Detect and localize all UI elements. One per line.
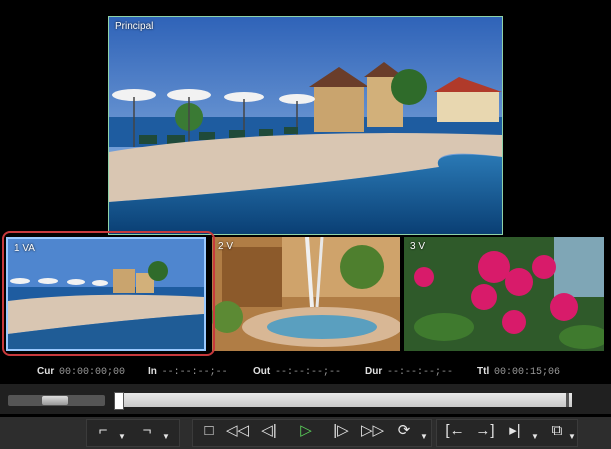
timecode-row: Cur 00:00:00;00 In --:--:--;-- Out --:--… [0, 362, 611, 380]
chevron-down-icon[interactable]: ▼ [531, 432, 539, 441]
main-preview-label: Principal [115, 21, 154, 32]
in-value: --:--:--;-- [161, 367, 228, 378]
step-back-icon[interactable]: ◁| [258, 420, 280, 442]
in-timecode: In --:--:--;-- [148, 366, 228, 378]
chevron-down-icon[interactable]: ▼ [162, 432, 170, 441]
jog-handle[interactable] [42, 396, 68, 405]
dur-label: Dur [365, 366, 383, 377]
play-icon[interactable]: ▷ [295, 420, 317, 442]
step-forward-icon[interactable]: |▷ [330, 420, 352, 442]
cur-value: 00:00:00;00 [59, 367, 126, 378]
out-value: --:--:--;-- [275, 367, 342, 378]
ttl-value: 00:00:15;06 [494, 367, 561, 378]
thumbnail-3-label: 3 V [410, 241, 426, 252]
rewind-icon[interactable]: ◁◁ [226, 420, 249, 442]
selected-thumbnail-highlight [2, 231, 215, 356]
thumbnail-2-image [212, 237, 400, 351]
fast-forward-icon[interactable]: ▷▷ [361, 420, 384, 442]
chevron-down-icon[interactable]: ▼ [568, 432, 576, 441]
set-in-icon[interactable]: ⌐ [92, 420, 114, 442]
stop-icon[interactable]: □ [198, 420, 220, 442]
end-marker [566, 393, 569, 407]
play-in-out-icon[interactable]: ▸| [504, 420, 526, 442]
go-out-icon[interactable]: →] [474, 420, 496, 442]
out-timecode: Out --:--:--;-- [253, 366, 341, 378]
in-label: In [148, 366, 157, 377]
out-label: Out [253, 366, 271, 377]
thumbnail-3-image [404, 237, 604, 351]
thumbnail-2-label: 2 V [218, 241, 234, 252]
dur-value: --:--:--;-- [387, 367, 454, 378]
match-frame-icon[interactable]: ⧉ [546, 420, 568, 442]
track-thumbnail-2v[interactable]: 2 V [212, 237, 400, 351]
track-thumbnail-3v[interactable]: 3 V [404, 237, 604, 351]
cur-label: Cur [37, 366, 55, 377]
loop-icon[interactable]: ⟳ [393, 420, 415, 442]
chevron-down-icon[interactable]: ▼ [118, 432, 126, 441]
duration-timecode: Dur --:--:--;-- [365, 366, 453, 378]
go-in-icon[interactable]: [← [444, 420, 466, 442]
main-preview-image [109, 17, 502, 234]
position-bar[interactable] [114, 393, 572, 407]
playhead-marker[interactable] [114, 392, 124, 410]
total-timecode: Ttl 00:00:15;06 [477, 366, 560, 378]
current-timecode: Cur 00:00:00;00 [37, 366, 125, 378]
ttl-label: Ttl [477, 366, 490, 377]
chevron-down-icon[interactable]: ▼ [420, 432, 428, 441]
main-preview: Principal [108, 16, 503, 235]
set-out-icon[interactable]: ¬ [136, 420, 158, 442]
